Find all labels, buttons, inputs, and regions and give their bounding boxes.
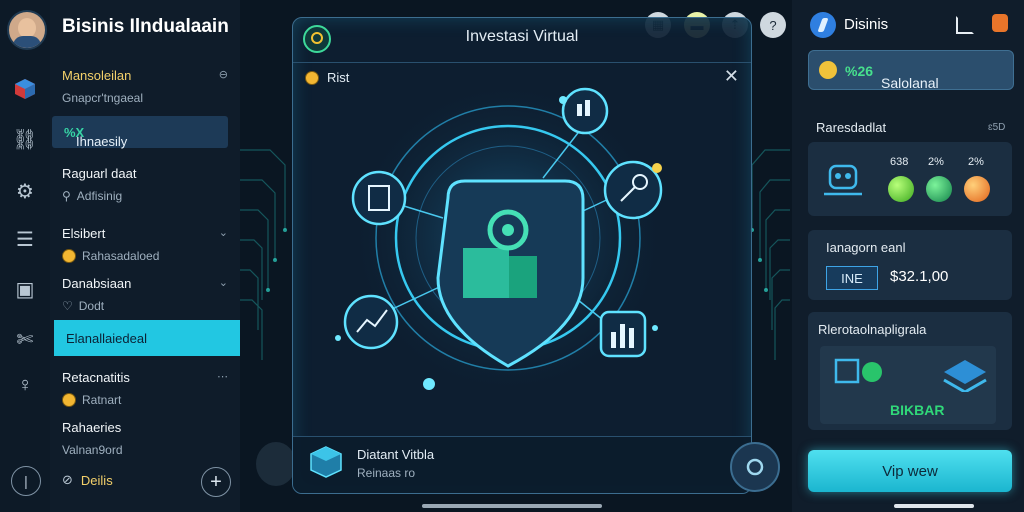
scroll-indicator — [894, 504, 974, 508]
sidebar-item-sub: Dodt — [78, 299, 105, 313]
divider — [293, 62, 751, 63]
invest-tag[interactable]: INE — [826, 266, 878, 290]
chart-icon[interactable]: ▣ — [10, 274, 40, 304]
stats-card: 638 2% 2% — [808, 142, 1012, 216]
heart-icon: ♡ — [62, 299, 73, 313]
green-orb-icon — [926, 176, 952, 202]
coin-icon — [819, 61, 837, 79]
stat-value: 638 — [890, 156, 909, 168]
home-indicator — [422, 504, 602, 508]
balance-value: %26 — [845, 63, 874, 79]
lightbulb-icon[interactable]: ♀ — [10, 370, 40, 400]
info-icon[interactable]: | — [11, 466, 41, 496]
sidebar-item-label: Danabsiaan — [62, 276, 132, 291]
sidebar-item-rahaeries[interactable]: Rahaeries Valnan9ord — [62, 420, 230, 457]
recommendation-label: Rlerotaolnapligrala — [818, 322, 927, 337]
invest-label: Ianagorn eanl — [826, 240, 906, 255]
document-icon — [351, 170, 407, 226]
sidebar: Bisinis Ilndualaain Mansoleilan Gnapcr't… — [50, 0, 240, 512]
dialog-footer[interactable]: Diatant Vitbla Reinaas ro — [293, 436, 751, 493]
search-icon: ⚲ — [62, 189, 71, 203]
sidebar-item-mansoleilan[interactable]: Mansoleilan Gnapcr'tngaeal ⊖ — [62, 68, 230, 105]
growth-chart-icon — [343, 294, 399, 350]
help-icon[interactable]: ? — [760, 12, 786, 38]
balance-card[interactable]: Salolanal %26 — [808, 50, 1014, 91]
sidebar-item-label: Retacnatitis — [62, 370, 130, 385]
sidebar-item-active[interactable]: Elanallaiedeal — [54, 320, 240, 356]
recommendation-tile[interactable]: BIKBAR — [820, 346, 996, 424]
gear-icon[interactable]: ⚙ — [10, 176, 40, 206]
recommendation-card[interactable]: Rlerotaolnapligrala BIKBAR — [808, 312, 1012, 430]
dialog-title: Investasi Virtual — [465, 28, 579, 45]
sidebar-item-raguarl[interactable]: Raguarl daat ⚲ Adfisinig — [62, 166, 230, 203]
sidebar-item-retacnatitis[interactable]: Retacnatitis Ratnart ⋯ — [62, 370, 230, 407]
right-panel: Disinis Salolanal %26 Raresdadlat ɛ5D 63… — [792, 0, 1024, 512]
sidebar-item-danabsiaan[interactable]: Danabsiaan ♡ Dodt ⌄ — [62, 276, 230, 313]
brand-logo-icon — [810, 12, 836, 38]
balance-label: Salolanal — [881, 75, 939, 91]
coin-icon — [62, 393, 76, 407]
bar-chart-icon — [599, 310, 647, 358]
sidebar-item-label: Elanallaiedeal — [66, 331, 147, 346]
footer-title: Diatant Vitbla — [357, 447, 435, 462]
chevron-down-icon[interactable]: ⌄ — [219, 226, 228, 239]
sidebar-item-sub: Valnan9ord — [62, 443, 123, 457]
investment-dialog: Investasi Virtual Rist ✕ Diatant Vitbla … — [292, 17, 752, 494]
recommendation-brand: BIKBAR — [890, 402, 945, 418]
panel-title: Disinis — [844, 16, 889, 33]
coin-icon — [62, 249, 76, 263]
settings-dot-icon[interactable]: ⊖ — [219, 68, 228, 81]
sidebar-item-sub: Gnapcr'tngaeal — [62, 91, 144, 105]
icon-rail: ⛓ ⚙ ☰ ▣ ✄ ♀ | — [0, 0, 50, 512]
stats-extra: ɛ5D — [988, 122, 1006, 133]
layers-icon — [943, 360, 987, 392]
cube-icon[interactable] — [10, 74, 40, 104]
invest-amount: $32.1,00 — [890, 268, 949, 285]
app-title: Bisinis Ilndualaain — [62, 16, 229, 37]
notification-icon[interactable] — [992, 14, 1008, 32]
more-icon[interactable]: ⋯ — [217, 370, 228, 383]
sidebar-item-sub: Rahasadaloed — [82, 249, 160, 263]
avatar[interactable] — [7, 10, 47, 50]
tools-icon[interactable]: ✄ — [10, 324, 40, 354]
sidebar-item-sub: Adfisinig — [76, 189, 123, 203]
robot-icon — [824, 164, 862, 196]
sidebar-item-label: Rahaeries — [62, 420, 122, 435]
green-orb-icon — [888, 176, 914, 202]
sidebar-item-elsibert[interactable]: Elsibert Rahasadaloed ⌄ — [62, 226, 230, 263]
orange-orb-icon — [964, 176, 990, 202]
refresh-icon — [746, 458, 764, 476]
sidebar-selected-item[interactable]: Ihnaesily %X — [52, 116, 228, 149]
stat-value: 2% — [968, 156, 984, 168]
sidebar-item-label: Deilis — [80, 472, 113, 488]
stats-label: Raresdadlat — [816, 120, 887, 135]
cube-icon — [310, 446, 342, 478]
share-fab[interactable] — [256, 442, 296, 486]
sidebar-item-label: Mansoleilan — [62, 68, 132, 83]
sidebar-item-label: Elsibert — [62, 226, 106, 241]
footer-subtitle: Reinaas ro — [357, 466, 416, 480]
sidebar-item-sub: Ratnart — [82, 393, 122, 407]
external-link-icon[interactable] — [956, 16, 974, 34]
invest-card[interactable]: Ianagorn eanl INE $32.1,00 — [808, 230, 1012, 300]
analytics-icon — [561, 87, 609, 135]
add-button[interactable]: + — [201, 467, 231, 497]
puzzle-icon — [834, 358, 882, 384]
key-icon — [603, 160, 663, 220]
network-icon[interactable]: ⛓ — [10, 124, 40, 154]
chevron-down-icon[interactable]: ⌄ — [219, 276, 228, 289]
compass-icon: ⊘ — [62, 472, 73, 487]
list-icon[interactable]: ☰ — [10, 224, 40, 254]
sidebar-item-label: Raguarl daat — [62, 166, 137, 181]
selected-label: Ihnaesily — [76, 134, 128, 149]
action-fab[interactable] — [730, 442, 780, 492]
investment-diagram — [335, 78, 668, 398]
stat-value: 2% — [928, 156, 944, 168]
view-button[interactable]: Vip wew — [808, 450, 1012, 492]
